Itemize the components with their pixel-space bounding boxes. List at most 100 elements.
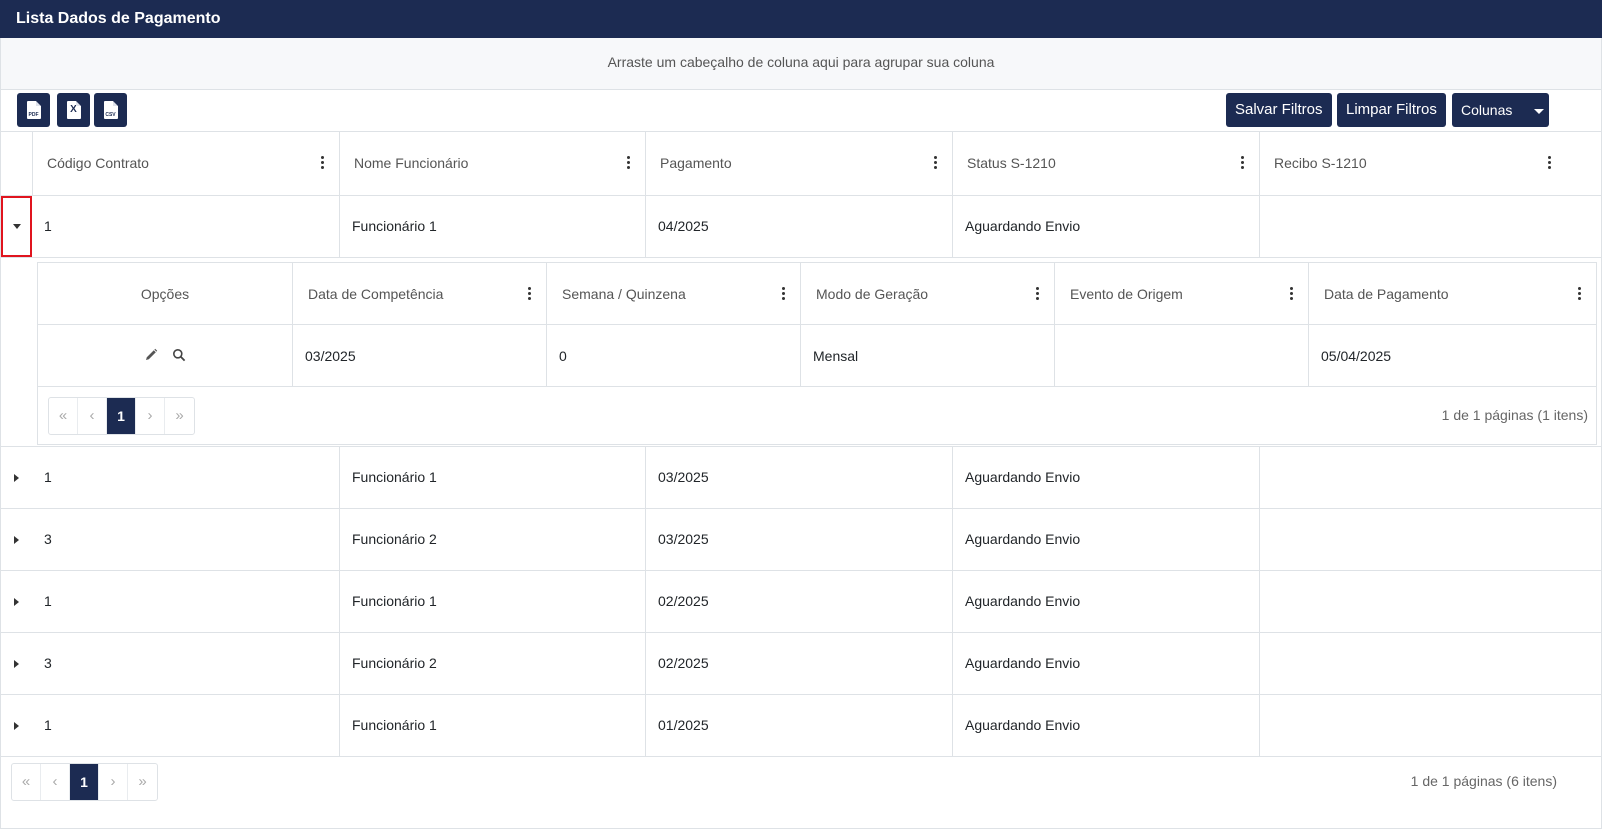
detail-header-data-competencia[interactable]: Data de Competência — [292, 263, 546, 325]
payment-data-grid: Arraste um cabeçalho de coluna aqui para… — [0, 38, 1602, 829]
cell-codigo: 3 — [44, 655, 52, 671]
table-row[interactable]: 3 Funcionário 2 02/2025 Aguardando Envio — [1, 633, 1601, 695]
pager-prev-button[interactable]: ‹ — [41, 764, 70, 800]
cell-pagamento: 03/2025 — [645, 509, 952, 570]
detail-cell-modo: Mensal — [800, 325, 1054, 387]
caret-right-icon — [14, 659, 19, 668]
column-menu-icon[interactable] — [1036, 287, 1040, 301]
export-excel-button[interactable]: X — [57, 93, 90, 127]
column-header-pagamento[interactable]: Pagamento — [645, 132, 952, 195]
cell-nome: Funcionário 2 — [339, 633, 645, 694]
detail-header-evento-origem[interactable]: Evento de Origem — [1054, 263, 1308, 325]
detail-cell-evento — [1054, 325, 1308, 387]
grid-toolbar: PDF X CSV Salvar Filtros Limpar Filtros … — [1, 90, 1601, 132]
table-row[interactable]: 1 Funcionário 1 03/2025 Aguardando Envio — [1, 447, 1601, 509]
pager-first-button[interactable]: « — [12, 764, 41, 800]
pdf-file-icon: PDF — [26, 101, 41, 119]
caret-down-icon — [12, 224, 21, 229]
column-menu-icon[interactable] — [1290, 287, 1294, 301]
table-row[interactable]: 1 Funcionário 1 02/2025 Aguardando Envio — [1, 571, 1601, 633]
row-detail-panel: Opções Data de Competência Semana / Quin… — [1, 258, 1601, 447]
cell-codigo: 3 — [44, 531, 52, 547]
column-menu-icon[interactable] — [1241, 156, 1245, 170]
clear-filters-button[interactable]: Limpar Filtros — [1337, 93, 1446, 127]
columns-dropdown-button[interactable]: Colunas — [1452, 93, 1549, 127]
collapse-row-button[interactable] — [1, 196, 32, 257]
expand-row-button[interactable] — [1, 509, 32, 570]
pager-page-1[interactable]: 1 — [70, 764, 99, 800]
expand-row-button[interactable] — [1, 633, 32, 694]
column-menu-icon[interactable] — [528, 287, 532, 301]
cell-nome: Funcionário 1 — [339, 196, 645, 257]
caret-right-icon — [14, 473, 19, 482]
cell-pagamento: 03/2025 — [645, 447, 952, 508]
expand-row-button[interactable] — [1, 695, 32, 756]
detail-header-opcoes: Opções — [38, 263, 292, 325]
caret-right-icon — [14, 535, 19, 544]
search-icon[interactable] — [172, 326, 186, 388]
pager-next-button[interactable]: › — [99, 764, 128, 800]
cell-pagamento: 04/2025 — [645, 196, 952, 257]
caret-right-icon — [14, 721, 19, 730]
caret-down-icon — [1534, 108, 1545, 114]
detail-cell-semana: 0 — [546, 325, 800, 387]
detail-grid: Opções Data de Competência Semana / Quin… — [37, 262, 1597, 445]
detail-options-cell — [38, 325, 292, 387]
grid-pager: « ‹ 1 › » — [11, 763, 158, 801]
pager-first-button[interactable]: « — [49, 398, 78, 434]
cell-status: Aguardando Envio — [952, 695, 1259, 756]
pencil-icon[interactable] — [144, 326, 158, 388]
save-filters-button[interactable]: Salvar Filtros — [1226, 93, 1332, 127]
expand-row-button[interactable] — [1, 571, 32, 632]
detail-pager: « ‹ 1 › » — [48, 397, 195, 435]
detail-cell-data-pagamento: 05/04/2025 — [1308, 325, 1596, 387]
cell-nome: Funcionário 1 — [339, 695, 645, 756]
cell-recibo — [1259, 695, 1566, 756]
detail-header-data-pagamento[interactable]: Data de Pagamento — [1308, 263, 1596, 325]
column-menu-icon[interactable] — [1548, 156, 1552, 170]
column-menu-icon[interactable] — [321, 156, 325, 170]
cell-recibo — [1259, 571, 1566, 632]
pager-prev-button[interactable]: ‹ — [78, 398, 107, 434]
table-row[interactable]: 1 Funcionário 1 01/2025 Aguardando Envio — [1, 695, 1601, 757]
detail-header-modo-geracao[interactable]: Modo de Geração — [800, 263, 1054, 325]
cell-nome: Funcionário 2 — [339, 509, 645, 570]
table-row[interactable]: 3 Funcionário 2 03/2025 Aguardando Envio — [1, 509, 1601, 571]
grid-header-row: Código Contrato Nome Funcionário Pagamen… — [1, 132, 1601, 196]
pager-page-1[interactable]: 1 — [107, 398, 136, 434]
column-header-recibo-s1210[interactable]: Recibo S-1210 — [1259, 132, 1566, 195]
export-pdf-button[interactable]: PDF — [17, 93, 50, 127]
pager-last-button[interactable]: » — [128, 764, 157, 800]
cell-recibo — [1259, 633, 1566, 694]
cell-status: Aguardando Envio — [952, 447, 1259, 508]
column-header-codigo-contrato[interactable]: Código Contrato — [32, 132, 339, 195]
page-title: Lista Dados de Pagamento — [0, 0, 1602, 38]
cell-recibo — [1259, 447, 1566, 508]
column-menu-icon[interactable] — [782, 287, 786, 301]
cell-status: Aguardando Envio — [952, 633, 1259, 694]
export-csv-button[interactable]: CSV — [94, 93, 127, 127]
caret-right-icon — [14, 597, 19, 606]
column-header-nome-funcionario[interactable]: Nome Funcionário — [339, 132, 645, 195]
detail-header-semana-quinzena[interactable]: Semana / Quinzena — [546, 263, 800, 325]
column-menu-icon[interactable] — [627, 156, 631, 170]
cell-status: Aguardando Envio — [952, 509, 1259, 570]
excel-file-icon: X — [66, 101, 81, 119]
detail-pager-info: 1 de 1 páginas (1 itens) — [1441, 407, 1588, 423]
cell-status: Aguardando Envio — [952, 196, 1259, 257]
cell-nome: Funcionário 1 — [339, 447, 645, 508]
group-panel[interactable]: Arraste um cabeçalho de coluna aqui para… — [1, 38, 1601, 90]
column-header-status-s1210[interactable]: Status S-1210 — [952, 132, 1259, 195]
cell-codigo: 1 — [44, 218, 52, 234]
table-row[interactable]: 1 Funcionário 1 04/2025 Aguardando Envio — [1, 196, 1601, 258]
column-menu-icon[interactable] — [934, 156, 938, 170]
cell-pagamento: 01/2025 — [645, 695, 952, 756]
column-menu-icon[interactable] — [1578, 287, 1582, 301]
cell-codigo: 1 — [44, 469, 52, 485]
cell-pagamento: 02/2025 — [645, 633, 952, 694]
pager-next-button[interactable]: › — [136, 398, 165, 434]
csv-file-icon: CSV — [103, 101, 118, 119]
pager-last-button[interactable]: » — [165, 398, 194, 434]
expand-row-button[interactable] — [1, 447, 32, 508]
detail-cell-competencia: 03/2025 — [292, 325, 546, 387]
